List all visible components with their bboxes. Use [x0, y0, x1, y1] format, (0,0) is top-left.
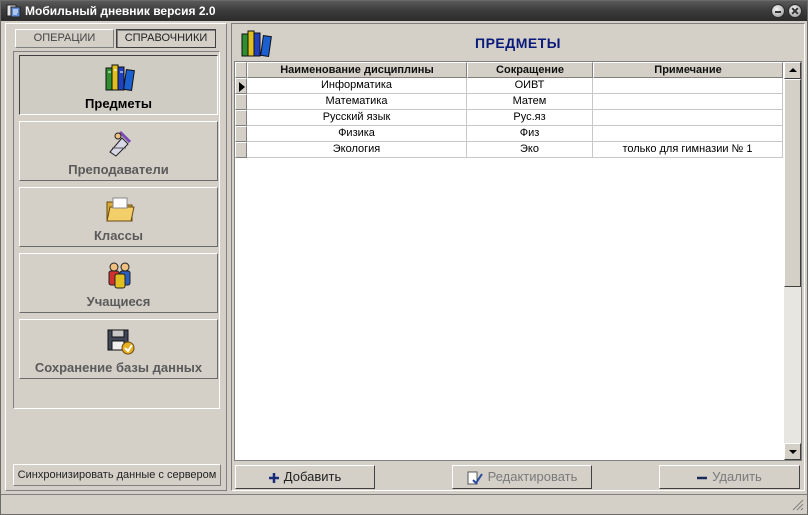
cell-name[interactable]: Информатика — [247, 78, 467, 94]
scroll-up-button[interactable] — [784, 62, 801, 79]
row-indicator[interactable] — [235, 126, 247, 142]
cell-abbreviation[interactable]: ОИВТ — [467, 78, 593, 94]
edit-button[interactable]: Редактировать — [452, 465, 592, 489]
nav-item-students[interactable]: Учащиеся — [19, 253, 218, 313]
books-icon — [105, 64, 135, 92]
table-row[interactable]: Математика Матем — [235, 94, 783, 110]
nav-item-save-database[interactable]: Сохранение базы данных — [19, 319, 218, 379]
scroll-thumb[interactable] — [784, 79, 801, 287]
page-title: ПРЕДМЕТЫ — [475, 35, 561, 51]
status-bar — [1, 494, 807, 514]
nav-item-label: Классы — [94, 228, 143, 243]
app-window: Мобильный дневник версия 2.0 ОПЕРАЦИИ СП… — [0, 0, 808, 515]
table-row[interactable]: Физика Физ — [235, 126, 783, 142]
nav-item-label: Сохранение базы данных — [34, 360, 203, 375]
plus-icon — [268, 472, 279, 483]
cell-abbreviation[interactable]: Физ — [467, 126, 593, 142]
current-row-arrow-icon — [239, 82, 245, 92]
app-icon — [6, 4, 21, 18]
tab-references[interactable]: СПРАВОЧНИКИ — [116, 29, 216, 48]
nav-item-label: Учащиеся — [86, 294, 151, 309]
sync-server-button[interactable]: Синхронизировать данные с сервером — [13, 464, 221, 486]
teacher-icon — [109, 130, 132, 157]
row-indicator[interactable] — [235, 78, 247, 94]
title-bar[interactable]: Мобильный дневник версия 2.0 — [1, 1, 807, 21]
cell-note[interactable] — [593, 126, 783, 142]
subjects-table: Наименование дисциплины Сокращение Приме… — [234, 61, 802, 461]
cell-note[interactable] — [593, 78, 783, 94]
nav-item-teachers[interactable]: Преподаватели — [19, 121, 218, 181]
nav-item-classes[interactable]: Классы — [19, 187, 218, 247]
nav-item-label: Преподаватели — [68, 162, 169, 177]
left-panel: ОПЕРАЦИИ СПРАВОЧНИКИ Предметы Преподават… — [5, 23, 227, 491]
nav-item-subjects[interactable]: Предметы — [19, 55, 218, 115]
cell-name[interactable]: Математика — [247, 94, 467, 110]
column-header-name[interactable]: Наименование дисциплины — [247, 62, 467, 78]
cell-abbreviation[interactable]: Эко — [467, 142, 593, 158]
cell-name[interactable]: Физика — [247, 126, 467, 142]
cell-name[interactable]: Русский язык — [247, 110, 467, 126]
nav-item-label: Предметы — [85, 96, 152, 111]
nav-list: Предметы Преподаватели Классы Учащиеся С… — [13, 51, 220, 409]
table-row[interactable]: Информатика ОИВТ — [235, 78, 783, 94]
delete-button[interactable]: Удалить — [659, 465, 800, 489]
add-button[interactable]: Добавить — [235, 465, 375, 489]
edit-icon — [467, 471, 483, 485]
window-title: Мобильный дневник версия 2.0 — [25, 4, 216, 18]
minimize-button[interactable] — [771, 4, 785, 18]
close-button[interactable] — [788, 4, 802, 18]
row-indicator-header — [235, 62, 247, 78]
right-panel: ПРЕДМЕТЫ Наименование дисциплины Сокраще… — [231, 23, 805, 491]
folder-icon — [106, 197, 135, 222]
cell-note[interactable] — [593, 94, 783, 110]
column-header-note[interactable]: Примечание — [593, 62, 783, 78]
scroll-down-button[interactable] — [784, 443, 801, 460]
cell-abbreviation[interactable]: Матем — [467, 94, 593, 110]
row-indicator[interactable] — [235, 142, 247, 158]
cell-name[interactable]: Экология — [247, 142, 467, 158]
row-indicator[interactable] — [235, 94, 247, 110]
row-indicator[interactable] — [235, 110, 247, 126]
edit-button-label: Редактировать — [487, 469, 578, 484]
minus-icon — [697, 476, 708, 479]
cell-note[interactable]: только для гимназии № 1 — [593, 142, 783, 158]
cell-abbreviation[interactable]: Рус.яз — [467, 110, 593, 126]
table-row[interactable]: Русский язык Рус.яз — [235, 110, 783, 126]
vertical-scrollbar[interactable] — [784, 62, 801, 460]
cell-note[interactable] — [593, 110, 783, 126]
panel-header: ПРЕДМЕТЫ — [234, 26, 802, 60]
tab-operations[interactable]: ОПЕРАЦИИ — [15, 29, 114, 48]
students-icon — [108, 262, 131, 289]
column-header-abbreviation[interactable]: Сокращение — [467, 62, 593, 78]
add-button-label: Добавить — [283, 469, 342, 484]
database-save-icon — [107, 329, 135, 355]
table-header-row: Наименование дисциплины Сокращение Приме… — [235, 62, 783, 78]
resize-grip-icon[interactable] — [792, 499, 804, 511]
table-row[interactable]: Экология Эко только для гимназии № 1 — [235, 142, 783, 158]
delete-button-label: Удалить — [712, 469, 762, 484]
